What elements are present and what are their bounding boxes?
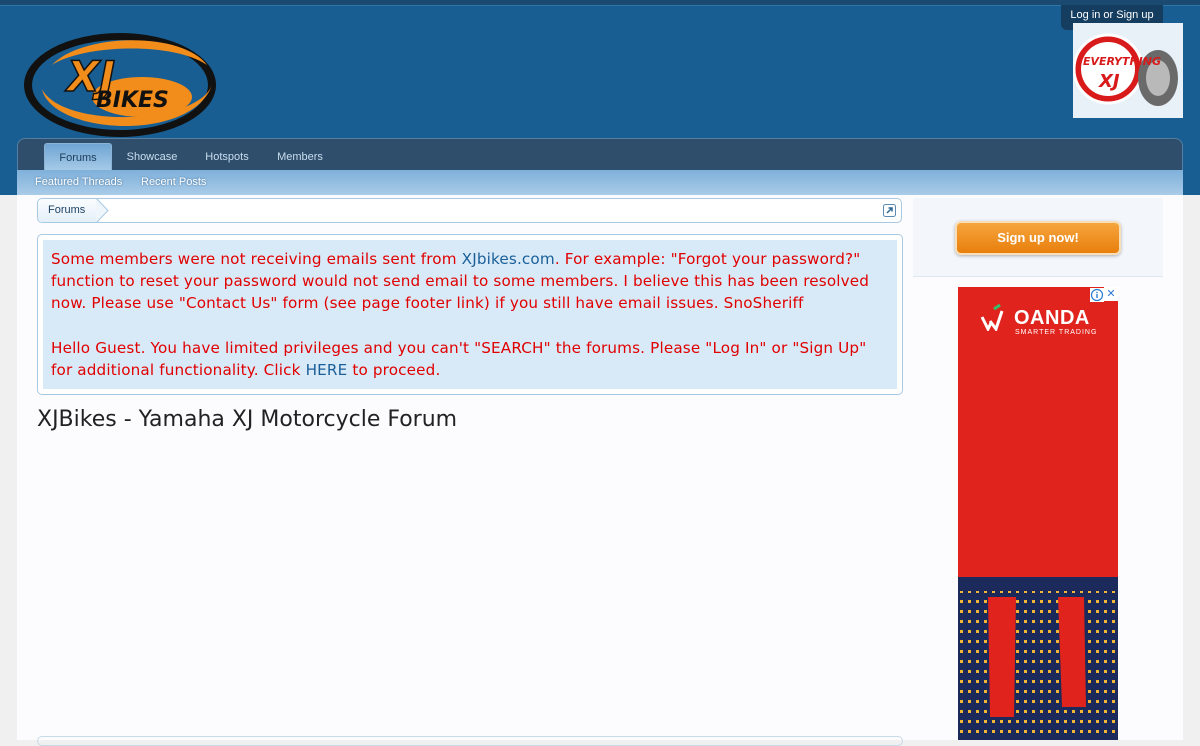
everything-xj-badge[interactable]: EVERYTHING XJ [1073, 23, 1183, 118]
sidebar-signup-panel: Sign up now! [913, 198, 1163, 277]
main-navigation: Forums Showcase Hotspots Members [17, 138, 1183, 171]
xj-bikes-logo[interactable]: XJ BIKES [22, 25, 222, 145]
logo-text-bottom: BIKES [96, 88, 169, 113]
header-top-line [0, 5, 1200, 6]
sidebar-advertisement[interactable]: ✕ OANDA SMARTER TRADING [958, 287, 1118, 740]
tab-forums[interactable]: Forums [44, 143, 112, 171]
notice-content: Some members were not receiving emails s… [43, 240, 897, 389]
notice-text: Hello Guest. You have limited privileges… [51, 339, 867, 379]
tab-members[interactable]: Members [268, 143, 332, 171]
tab-hotspots[interactable]: Hotspots [194, 143, 260, 171]
breadcrumb-arrow-icon [96, 198, 109, 223]
page-content: Forums Some members were not receiving e… [17, 195, 1183, 746]
ad-brand: OANDA [1014, 307, 1090, 329]
notice-paragraph-email: Some members were not receiving emails s… [51, 248, 889, 314]
breadcrumb: Forums [37, 198, 902, 223]
oanda-logo-icon [980, 303, 1004, 331]
notice-text: to proceed. [347, 361, 441, 379]
here-link[interactable]: HERE [306, 361, 348, 379]
ad-close-icon[interactable]: ✕ [1104, 287, 1118, 301]
page-title: XJBikes - Yamaha XJ Motorcycle Forum [37, 407, 458, 432]
notice-paragraph-guest: Hello Guest. You have limited privileges… [51, 337, 889, 381]
xjbikes-link[interactable]: XJbikes.com [462, 250, 555, 268]
jump-to-page-icon[interactable] [883, 204, 896, 217]
notice-box: Some members were not receiving emails s… [37, 234, 903, 395]
ad-info-icon[interactable] [1090, 288, 1104, 302]
subtab-recent-posts[interactable]: Recent Posts [141, 170, 206, 195]
ad-tagline: SMARTER TRADING [1015, 329, 1098, 336]
signup-now-button[interactable]: Sign up now! [955, 221, 1121, 255]
notice-text: Some members were not receiving emails s… [51, 250, 462, 268]
subtab-featured-threads[interactable]: Featured Threads [35, 170, 122, 195]
sub-navigation: Featured Threads Recent Posts [17, 170, 1183, 195]
tab-showcase[interactable]: Showcase [118, 143, 186, 171]
ad-city-illustration [958, 577, 1118, 740]
breadcrumb-item-forums[interactable]: Forums [38, 199, 100, 222]
forum-list-container [37, 736, 903, 746]
badge-text-top: EVERYTHING [1083, 55, 1161, 68]
badge-text-bottom: XJ [1098, 71, 1120, 92]
